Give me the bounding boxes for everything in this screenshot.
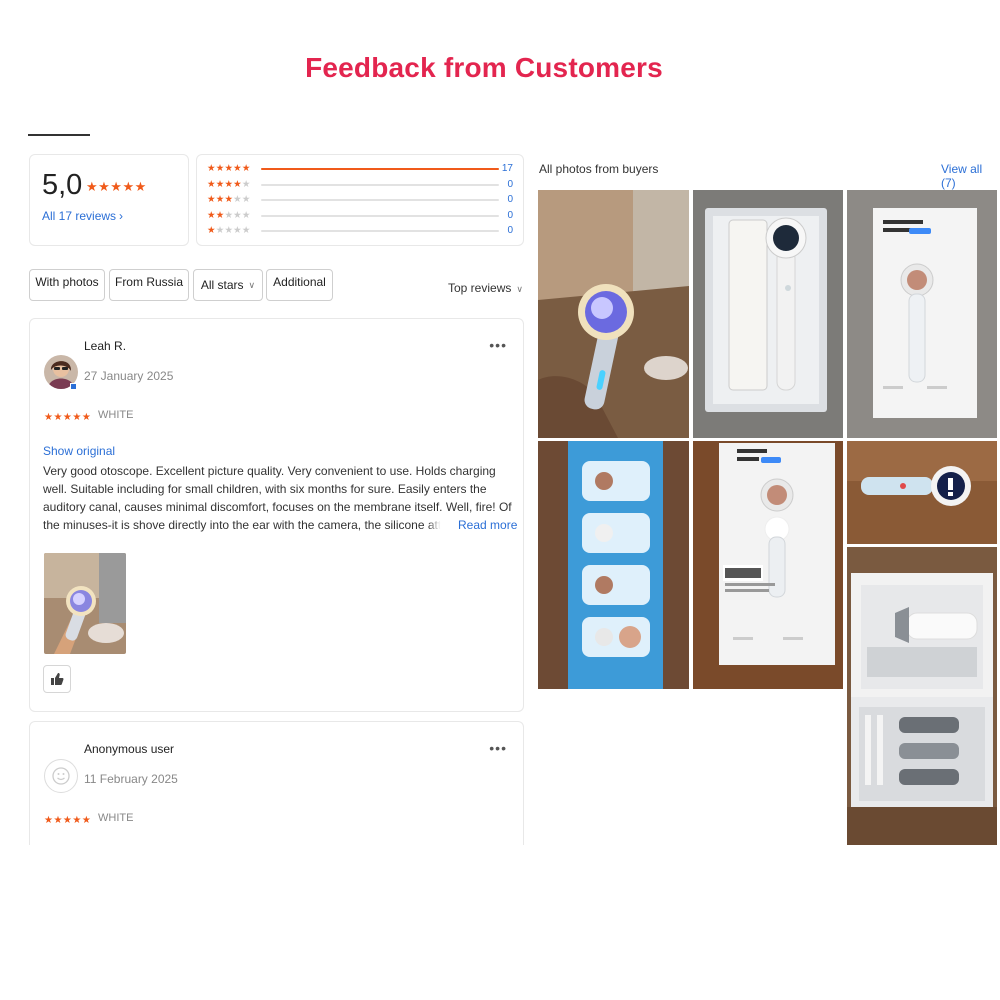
buyer-photo[interactable] [847,547,997,845]
review-stars: ★★★★★ [44,412,92,423]
rating-bar-fill [261,168,499,170]
rating-row-5-star[interactable]: ★★★★★ 17 [207,162,517,176]
chevron-down-icon: ∨ [248,279,256,290]
rating-row-count: 0 [507,178,513,190]
rating-row-count: 0 [507,209,513,221]
review-photo[interactable] [44,553,126,654]
all-reviews-label[interactable]: All 17 reviews [42,209,116,223]
page-title: Feedback from Customers [305,52,663,83]
buyer-photo[interactable] [538,441,689,689]
rating-distribution: ★★★★★ 17 ★★★★★ 0 ★★★★★ 0 ★★★★★ 0 ★★★★★ 0 [196,154,524,246]
buyer-photo[interactable] [693,441,843,689]
reviewer-name: Leah R. [84,339,127,353]
reviewer-name: Anonymous user [84,742,175,756]
filter-from-russia[interactable]: From Russia [109,269,189,301]
filter-label: Additional [273,275,326,289]
rating-bar-track [261,199,499,201]
buyer-photo[interactable] [847,441,997,544]
more-options-icon[interactable]: ••• [489,338,507,352]
filter-additional[interactable]: Additional [266,269,333,301]
rating-row-stars: ★★★★★ [207,194,251,205]
sort-dropdown[interactable]: Top reviews ∨ [448,281,523,295]
like-button[interactable] [43,665,71,693]
rating-row-4-star[interactable]: ★★★★★ 0 [207,178,517,192]
more-options-icon[interactable]: ••• [489,741,507,755]
review-date: 27 January 2025 [84,369,174,383]
review-date: 11 February 2025 [84,772,178,786]
filter-label: From Russia [114,275,183,289]
rating-row-1-star[interactable]: ★★★★★ 0 [207,224,517,238]
rating-row-2-star[interactable]: ★★★★★ 0 [207,209,517,223]
chevron-down-icon: ∨ [516,284,523,294]
filter-with-photos[interactable]: With photos [29,269,105,301]
review-card: Anonymous user 11 February 2025 ••• ★★★★… [29,721,524,845]
sort-label: Top reviews [448,281,512,295]
rating-summary: 5,0 ★★★★★ All 17 reviews › [29,154,189,246]
rating-row-stars: ★★★★★ [207,209,251,221]
filter-label: With photos [35,275,99,289]
all-reviews-link[interactable]: All 17 reviews › [42,209,123,223]
thumbs-up-icon [51,673,64,685]
rating-bar-track [261,214,499,217]
section-divider [28,134,90,136]
rating-stars: ★★★★★ [86,179,147,194]
country-flag-icon [70,383,77,390]
review-variant: WHITE [98,409,134,421]
rating-row-stars: ★★★★★ [207,178,251,190]
rating-row-3-star[interactable]: ★★★★★ 0 [207,193,517,207]
review-card: Leah R. 27 January 2025 ••• ★★★★★ WHITE … [29,318,524,712]
show-original-link[interactable]: Show original [43,444,115,458]
rating-score: 5,0 [42,169,83,201]
rating-row-count: 0 [507,194,513,205]
filter-all-stars-dropdown[interactable]: All stars ∨ [193,269,263,301]
rating-row-count: 17 [501,163,513,174]
rating-row-count: 0 [507,225,513,236]
buyer-photo[interactable] [693,190,843,438]
anonymous-user-icon [52,767,70,785]
gallery-label: All photos from buyers [539,162,659,176]
rating-bar-track [261,168,499,170]
chevron-right-icon: › [119,209,124,223]
read-more-link[interactable]: Read more [428,516,518,534]
rating-bar-track [261,230,499,232]
rating-row-stars: ★★★★★ [207,163,251,174]
filter-label: All stars [200,278,244,292]
review-variant: WHITE [98,812,134,824]
rating-row-stars: ★★★★★ [207,225,251,236]
view-all-link[interactable]: View all (7) [941,162,1000,190]
rating-bar-track [261,183,499,186]
review-stars: ★★★★★ [44,815,92,826]
buyer-photo[interactable] [847,190,997,438]
buyer-photo[interactable] [538,190,689,438]
avatar [44,759,78,793]
